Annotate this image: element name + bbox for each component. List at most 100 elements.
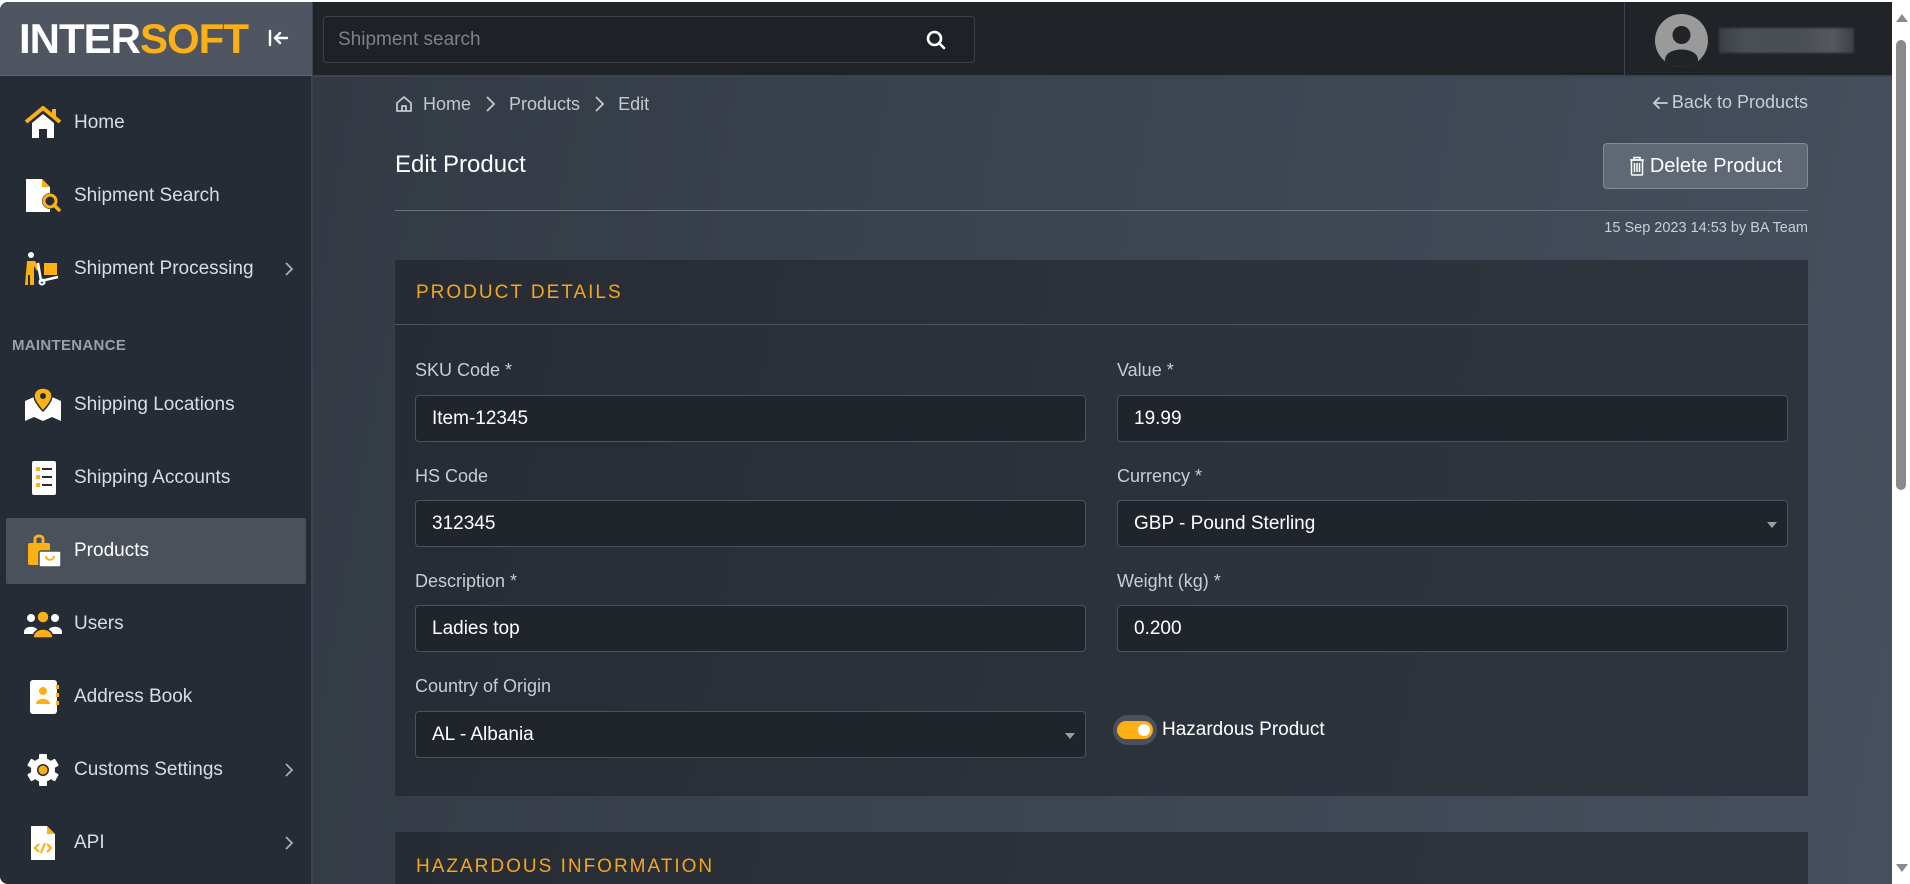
sidebar-item-label: Products (74, 540, 149, 561)
toggle-switch[interactable] (1117, 721, 1153, 739)
back-to-products-link[interactable]: Back to Products (1652, 92, 1808, 113)
currency-label: Currency * (1117, 466, 1203, 486)
hazardous-product-toggle[interactable]: Hazardous Product (1113, 715, 1325, 745)
intersoft-logo[interactable]: INTERSOFT (19, 15, 249, 62)
sidebar-item-label: Shipping Locations (74, 394, 235, 415)
shipment-search-box (323, 16, 975, 63)
gear-icon (24, 752, 62, 788)
breadcrumb-home[interactable]: Home (423, 94, 471, 115)
main-content: Home Products Edit Back to Products Edit… (313, 77, 1892, 884)
trash-icon (1629, 156, 1644, 176)
delete-product-button[interactable]: Delete Product (1603, 143, 1808, 189)
value-label: Value * (1117, 360, 1174, 380)
logo-text-yellow: SOFT (140, 15, 249, 62)
users-icon (24, 606, 62, 642)
breadcrumb-products[interactable]: Products (509, 94, 580, 115)
home-icon (24, 105, 62, 141)
address-book-icon (24, 679, 62, 715)
section-title-product-details: PRODUCT DETAILS (416, 282, 623, 303)
sidebar-item-shipment-processing[interactable]: Shipment Processing (6, 236, 306, 302)
breadcrumb-current: Edit (618, 93, 650, 114)
chevron-right-icon (595, 96, 605, 112)
sidebar: INTERSOFT Home Shipment Search Shipment … (0, 2, 312, 884)
sku-code-label: SKU Code * (415, 360, 513, 380)
code-file-icon (24, 825, 62, 861)
sidebar-item-label: Address Book (74, 686, 193, 707)
user-profile (1624, 2, 1892, 76)
map-pin-icon (24, 387, 62, 423)
page-scrollbar[interactable] (1892, 2, 1910, 884)
sku-code-field-wrap (415, 395, 1086, 442)
delete-button-label: Delete Product (1649, 154, 1783, 177)
description-input[interactable] (416, 606, 1085, 651)
shipment-search-input[interactable] (324, 17, 914, 62)
list-icon (24, 460, 62, 496)
product-details-card: PRODUCT DETAILS SKU Code * HS Code Descr… (395, 260, 1808, 796)
dropdown-caret-icon (1767, 522, 1777, 528)
sidebar-item-shipment-search[interactable]: Shipment Search (6, 163, 306, 229)
sidebar-item-label: API (74, 832, 105, 853)
breadcrumb: Home Products Edit (395, 92, 649, 116)
sku-code-input[interactable] (416, 396, 1085, 441)
sidebar-item-users[interactable]: Users (6, 591, 306, 657)
weight-label: Weight (kg) * (1117, 571, 1221, 591)
page-title: Edit Product (395, 151, 526, 178)
value-field-wrap (1117, 395, 1788, 442)
hand-truck-icon (24, 251, 62, 287)
search-icon[interactable] (924, 28, 948, 52)
card-divider (395, 324, 1808, 325)
sidebar-item-shipping-locations[interactable]: Shipping Locations (6, 372, 306, 438)
username-redacted (1719, 28, 1854, 53)
hazardous-information-card: HAZARDOUS INFORMATION (395, 832, 1808, 884)
collapse-sidebar-icon[interactable] (266, 26, 290, 50)
scroll-up-arrow-icon[interactable] (1896, 14, 1908, 22)
toggle-knob (1138, 724, 1150, 736)
weight-input[interactable] (1118, 606, 1787, 651)
document-search-icon (24, 178, 62, 214)
section-label-maintenance: MAINTENANCE (12, 337, 127, 354)
chevron-right-icon (282, 260, 296, 278)
sidebar-item-customs-settings[interactable]: Customs Settings (6, 737, 306, 803)
logo-text-white: INTER (19, 15, 141, 62)
hazardous-product-label: Hazardous Product (1162, 719, 1325, 740)
sidebar-item-label: Shipment Search (74, 185, 220, 206)
section-title-hazardous-information: HAZARDOUS INFORMATION (416, 856, 715, 877)
top-bar (313, 2, 1892, 76)
country-of-origin-label: Country of Origin (415, 676, 552, 696)
description-label: Description * (415, 571, 518, 591)
shopping-bag-icon (24, 533, 62, 569)
title-divider (395, 210, 1808, 211)
user-avatar-icon[interactable] (1655, 14, 1708, 67)
sidebar-item-label: Shipping Accounts (74, 467, 231, 488)
last-modified-timestamp: 15 Sep 2023 14:53 by BA Team (1604, 220, 1808, 236)
back-link-label: Back to Products (1671, 92, 1808, 112)
sidebar-item-api[interactable]: API (6, 810, 306, 876)
country-selected-value: AL - Albania (432, 724, 534, 745)
weight-field-wrap (1117, 605, 1788, 652)
sidebar-item-label: Shipment Processing (74, 258, 254, 279)
sidebar-item-label: Users (74, 613, 124, 634)
sidebar-item-address-book[interactable]: Address Book (6, 664, 306, 730)
chevron-right-icon (282, 761, 296, 779)
arrow-left-icon (1652, 96, 1668, 109)
sidebar-item-label: Home (74, 112, 125, 133)
scroll-down-arrow-icon[interactable] (1896, 864, 1908, 872)
currency-selected-value: GBP - Pound Sterling (1134, 513, 1316, 534)
app-window: INTERSOFT Home Shipment Search Shipment … (0, 2, 1892, 884)
dropdown-caret-icon (1065, 733, 1075, 739)
sidebar-item-shipping-accounts[interactable]: Shipping Accounts (6, 445, 306, 511)
chevron-right-icon (486, 96, 496, 112)
home-icon (396, 96, 412, 112)
scrollbar-thumb[interactable] (1896, 40, 1906, 490)
hs-code-field-wrap (415, 500, 1086, 547)
hs-code-input[interactable] (416, 501, 1085, 546)
currency-select[interactable]: GBP - Pound Sterling (1117, 500, 1788, 547)
sidebar-item-products[interactable]: Products (6, 518, 306, 584)
value-input[interactable] (1118, 396, 1787, 441)
toggle-focus-ring (1113, 715, 1157, 745)
sidebar-item-home[interactable]: Home (6, 90, 306, 156)
country-of-origin-select[interactable]: AL - Albania (415, 711, 1086, 758)
description-field-wrap (415, 605, 1086, 652)
brand-bar: INTERSOFT (0, 2, 312, 76)
chevron-right-icon (282, 834, 296, 852)
